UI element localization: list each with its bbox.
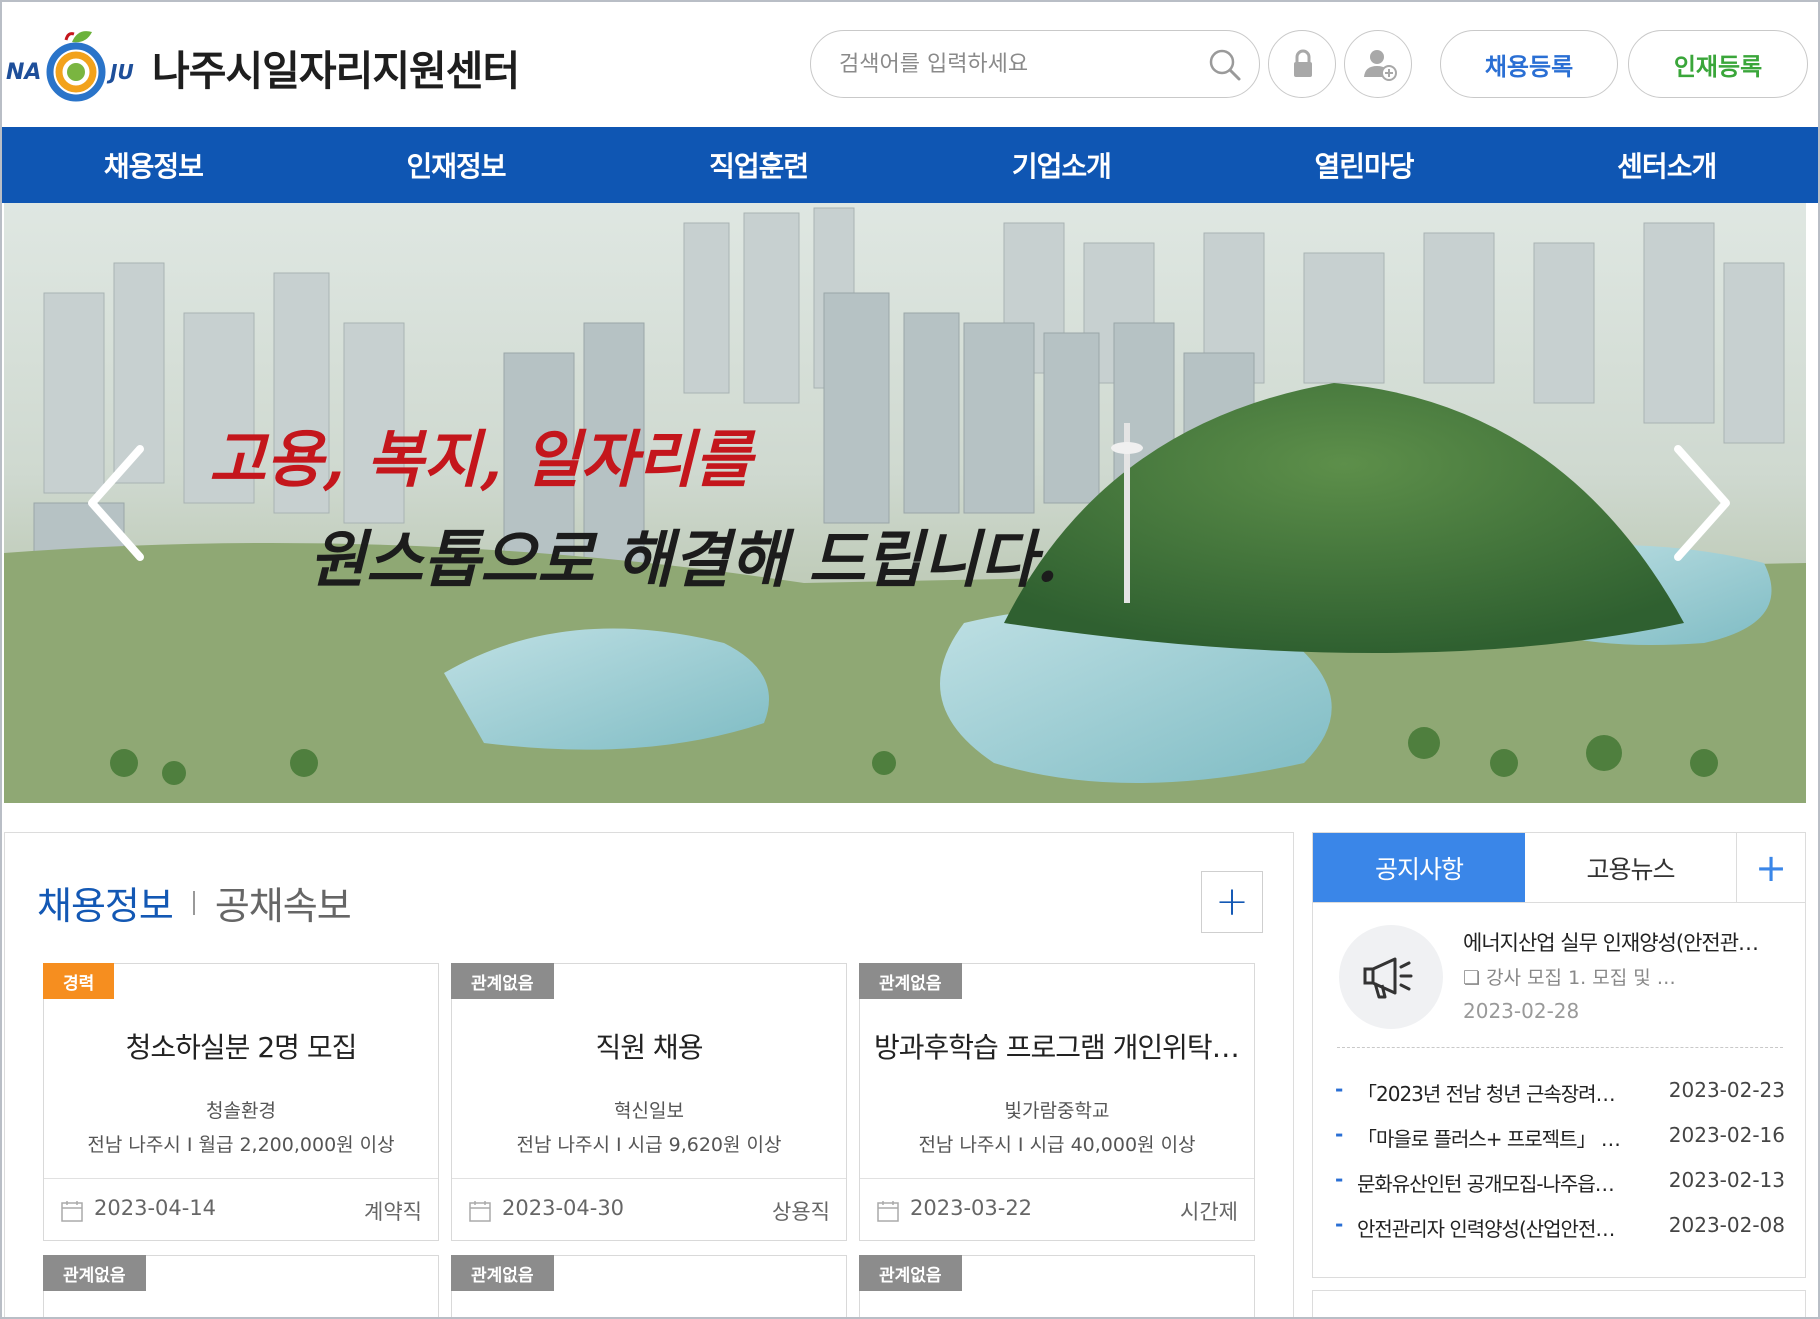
search-box [810, 30, 1260, 98]
search-icon[interactable] [1205, 45, 1245, 85]
notice-date: 2023-02-16 [1668, 1123, 1785, 1147]
job-title: 직원 채용 [595, 1031, 704, 1064]
notice-date: 2023-02-23 [1668, 1078, 1785, 1102]
hero-banner: 고용, 복지, 일자리를 원스톱으로 해결해 드립니다. [4, 203, 1806, 803]
job-card[interactable]: 관계없음 [43, 1255, 439, 1317]
arrow-right-icon[interactable] [1660, 433, 1740, 573]
title-separator [192, 890, 195, 915]
banner-line-1: 고용, 복지, 일자리를 [209, 423, 757, 496]
card-footer: 2023-04-30 상용직 [452, 1178, 846, 1240]
nav-item-training[interactable]: 직업훈련 [607, 127, 910, 203]
job-register-button[interactable]: 채용등록 [1440, 30, 1618, 98]
notice-divider [1337, 1047, 1783, 1048]
banner-line-2: 원스톱으로 해결해 드립니다. [309, 523, 1058, 596]
list-item[interactable]: - 문화유산인턴 공개모집-나주읍… 2023-02-13 [1335, 1159, 1785, 1204]
list-item[interactable]: - 「2023년 전남 청년 근속장려금… 2023-02-23 [1335, 1069, 1785, 1114]
job-title: 청소하실분 2명 모집 [125, 1031, 358, 1064]
nav-item-talent-info[interactable]: 인재정보 [305, 127, 608, 203]
list-item[interactable]: - 안전관리자 인력양성(산업안전… 2023-02-08 [1335, 1204, 1785, 1249]
bullet-icon: - [1335, 1122, 1344, 1146]
featured-notice-date: 2023-02-28 [1463, 999, 1580, 1023]
deadline-date: 2023-04-14 [94, 1196, 217, 1220]
page-frame: NA JU 나주시일자리지원센터 검색어를 입력하세요 채용등록 인재등록 채용… [0, 0, 1820, 1319]
lock-icon [1294, 49, 1312, 77]
career-tag: 관계없음 [859, 1255, 962, 1291]
tab-public-recruit[interactable]: 공채속보 [215, 875, 352, 930]
city-illustration: 고용, 복지, 일자리를 원스톱으로 해결해 드립니다. [4, 203, 1806, 803]
notice-title: 문화유산인턴 공개모집-나주읍… [1357, 1172, 1615, 1196]
job-card[interactable]: 관계없음 직원 채용 혁신일보 전남 나주시 I 시급 9,620원 이상 20… [451, 963, 847, 1241]
nav-item-job-info[interactable]: 채용정보 [2, 127, 305, 203]
employment-type: 계약직 [364, 1200, 422, 1224]
next-panel [1312, 1290, 1806, 1317]
career-tag: 관계없음 [451, 963, 554, 999]
logo-mark: NA JU [6, 22, 146, 112]
notice-tabs: 공지사항 고용뉴스 + [1313, 833, 1805, 903]
deadline-date: 2023-04-30 [502, 1196, 625, 1220]
job-title: 방과후학습 프로그램 개인위탁 … [874, 1031, 1248, 1064]
bullet-icon: - [1335, 1212, 1344, 1236]
megaphone-icon [1363, 957, 1413, 999]
login-button[interactable] [1268, 30, 1336, 98]
career-tag: 관계없음 [451, 1255, 554, 1291]
featured-notice-thumb [1339, 925, 1443, 1029]
career-tag: 경력 [43, 963, 115, 999]
logo-right-text: JU [110, 60, 134, 84]
notice-panel: 공지사항 고용뉴스 + 에너지산업 실무 인재양성(안전관… ❏ 강사 모집 1… [1312, 832, 1806, 1278]
notice-date: 2023-02-13 [1668, 1168, 1785, 1192]
notice-list: - 「2023년 전남 청년 근속장려금… 2023-02-23 - 「마을로 … [1335, 1069, 1785, 1249]
featured-notice-desc: ❏ 강사 모집 1. 모집 및 … [1463, 967, 1676, 989]
list-item[interactable]: - 「마을로 플러스+ 프로젝트」 청년… 2023-02-16 [1335, 1114, 1785, 1159]
main-nav: 채용정보 인재정보 직업훈련 기업소개 열린마당 센터소개 [2, 127, 1818, 203]
featured-notice-title[interactable]: 에너지산업 실무 인재양성(안전관… [1463, 927, 1793, 957]
job-conditions: 전남 나주시 I 시급 9,620원 이상 [516, 1134, 782, 1156]
job-card[interactable]: 경력 청소하실분 2명 모집 청솔환경 전남 나주시 I 월급 2,200,00… [43, 963, 439, 1241]
card-footer: 2023-04-14 계약직 [44, 1178, 438, 1240]
arrow-left-icon[interactable] [78, 433, 158, 573]
notice-title: 「2023년 전남 청년 근속장려금… [1357, 1082, 1627, 1106]
tab-employment-news[interactable]: 고용뉴스 [1525, 833, 1737, 902]
logo[interactable]: NA JU 나주시일자리지원센터 [6, 22, 520, 112]
plus-icon: + [1755, 845, 1787, 890]
logo-left-text: NA [6, 60, 42, 85]
join-button[interactable] [1344, 30, 1412, 98]
add-user-icon [1364, 50, 1397, 81]
employment-type: 시간제 [1180, 1200, 1238, 1224]
nav-item-open-forum[interactable]: 열린마당 [1213, 127, 1516, 203]
notice-more-button[interactable]: + [1737, 833, 1805, 902]
career-tag: 관계없음 [859, 963, 962, 999]
header: NA JU 나주시일자리지원센터 검색어를 입력하세요 채용등록 인재등록 [2, 2, 1818, 127]
company-name: 빛가람중학교 [1004, 1100, 1110, 1122]
search-input[interactable] [839, 45, 1199, 83]
notice-title: 안전관리자 인력양성(산업안전… [1357, 1217, 1615, 1241]
notice-title: 「마을로 플러스+ 프로젝트」 청년… [1357, 1127, 1627, 1151]
card-footer: 2023-03-22 시간제 [860, 1178, 1254, 1240]
nav-item-center-info[interactable]: 센터소개 [1515, 127, 1818, 203]
deadline-date: 2023-03-22 [910, 1196, 1033, 1220]
job-card[interactable]: 관계없음 [859, 1255, 1255, 1317]
site-title: 나주시일자리지원센터 [152, 47, 520, 95]
calendar-icon [61, 1201, 83, 1222]
bullet-icon: - [1335, 1077, 1344, 1101]
calendar-icon [469, 1201, 491, 1222]
tab-notices[interactable]: 공지사항 [1313, 833, 1525, 902]
tab-job-info[interactable]: 채용정보 [37, 875, 174, 930]
notice-date: 2023-02-08 [1668, 1213, 1785, 1237]
bullet-icon: - [1335, 1167, 1344, 1191]
company-name: 청솔환경 [206, 1100, 276, 1122]
section-title: 채용정보 공채속보 [37, 875, 352, 930]
job-conditions: 전남 나주시 I 월급 2,200,000원 이상 [87, 1134, 395, 1156]
talent-register-button[interactable]: 인재등록 [1628, 30, 1808, 98]
nav-item-companies[interactable]: 기업소개 [910, 127, 1213, 203]
calendar-icon [877, 1201, 899, 1222]
company-name: 혁신일보 [614, 1100, 684, 1122]
job-card[interactable]: 관계없음 방과후학습 프로그램 개인위탁 … 빛가람중학교 전남 나주시 I 시… [859, 963, 1255, 1241]
plus-icon: + [1215, 879, 1249, 925]
job-conditions: 전남 나주시 I 시급 40,000원 이상 [918, 1134, 1196, 1156]
career-tag: 관계없음 [43, 1255, 146, 1291]
job-info-section: 채용정보 공채속보 + 경력 청소하실분 2명 모집 청솔환경 전남 나주시 I… [4, 832, 1294, 1317]
job-card[interactable]: 관계없음 [451, 1255, 847, 1317]
jobs-more-button[interactable]: + [1201, 871, 1263, 933]
employment-type: 상용직 [772, 1200, 830, 1224]
